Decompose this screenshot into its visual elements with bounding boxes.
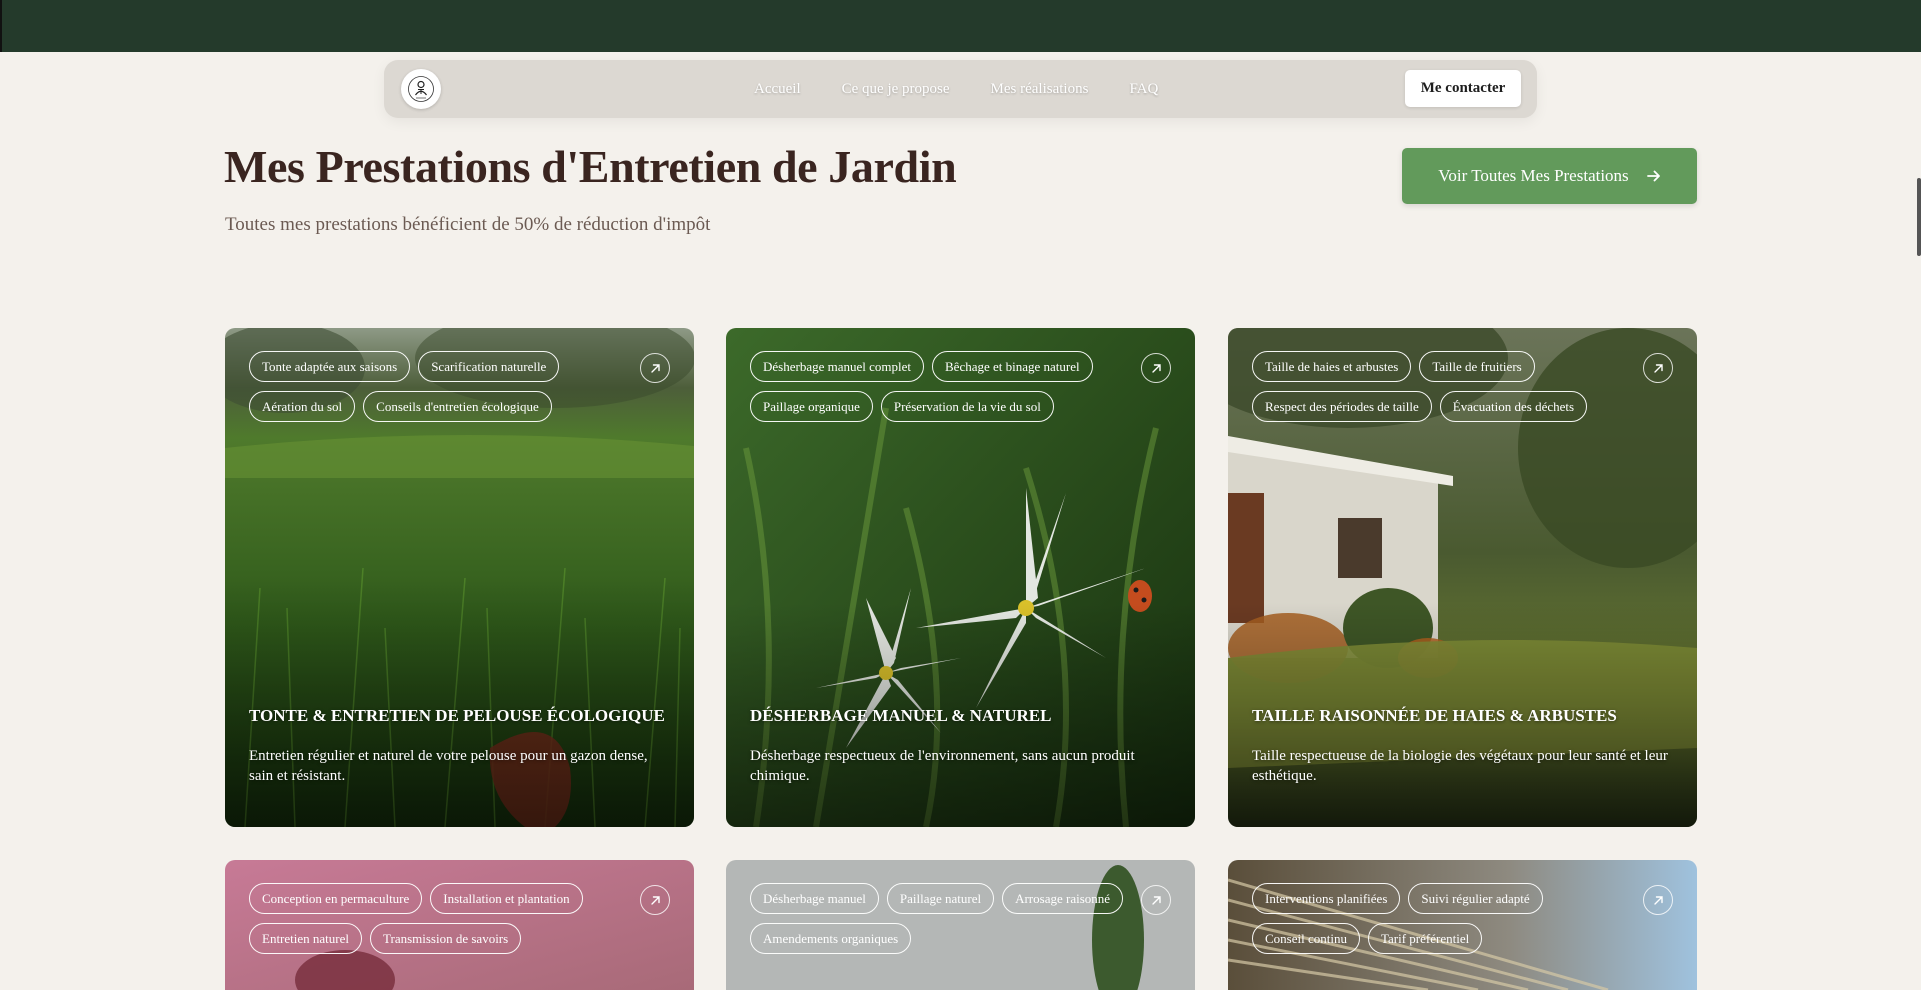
tag: Aération du sol [249,391,356,422]
card-link-button[interactable] [640,885,670,915]
top-bar [0,0,1921,52]
tag: Conception en permaculture [249,883,423,914]
card-link-button[interactable] [1141,353,1171,383]
card-link-button[interactable] [1643,885,1673,915]
arrow-up-right-icon [650,895,660,905]
tag: Suivi régulier adapté [1408,883,1543,914]
tag-list: Désherbage manuel complet Bêchage et bin… [750,351,1130,422]
gardener-logo-icon [408,76,434,102]
service-card[interactable]: Conception en permaculture Installation … [225,860,694,990]
tag: Tonte adaptée aux saisons [249,351,411,382]
tag: Désherbage manuel [750,883,879,914]
card-link-button[interactable] [640,353,670,383]
tag: Paillage organique [750,391,873,422]
tag: Taille de fruitiers [1419,351,1535,382]
arrow-right-icon [1646,170,1660,182]
tag: Arrosage raisonné [1002,883,1124,914]
card-title: DÉSHERBAGE MANUEL & NATUREL [750,706,1052,725]
arrow-up-right-icon [1151,895,1161,905]
tag: Conseils d'entretien écologique [363,391,552,422]
card-title: TAILLE RAISONNÉE DE HAIES & ARBUSTES [1252,706,1617,725]
tag: Paillage naturel [886,883,995,914]
service-card[interactable]: Taille de haies et arbustes Taille de fr… [1228,328,1697,827]
card-description: Taille respectueuse de la biologie des v… [1252,748,1668,784]
tag-list: Conception en permaculture Installation … [249,883,629,954]
tag: Installation et plantation [430,883,583,914]
service-card[interactable]: Désherbage manuel Paillage naturel Arros… [726,860,1195,990]
page-subtitle: Toutes mes prestations bénéficient de 50… [225,214,711,235]
arrow-up-right-icon [650,363,660,373]
tag: Conseil continu [1252,923,1360,954]
nav-link-faq[interactable]: FAQ [1129,81,1158,98]
tag: Évacuation des déchets [1439,391,1588,422]
tag: Préservation de la vie du sol [880,391,1054,422]
tag: Tarif préférentiel [1367,923,1483,954]
navbar: Accueil Ce que je propose Mes réalisatio… [384,60,1537,118]
service-card[interactable]: Tonte adaptée aux saisons Scarification … [225,328,694,827]
tag: Désherbage manuel complet [750,351,924,382]
tag-list: Interventions planifiées Suivi régulier … [1252,883,1632,954]
nav-link-ce-que-je-propose[interactable]: Ce que je propose [842,81,950,98]
nav-link-accueil[interactable]: Accueil [754,81,801,98]
logo[interactable] [401,69,441,109]
arrow-up-right-icon [1653,363,1663,373]
contact-button[interactable]: Me contacter [1405,70,1521,107]
all-services-button[interactable]: Voir Toutes Mes Prestations [1402,148,1697,204]
card-description: Désherbage respectueux de l'environnemen… [750,748,1135,784]
tag-list: Tonte adaptée aux saisons Scarification … [249,351,629,422]
tag: Respect des périodes de taille [1252,391,1432,422]
card-link-button[interactable] [1141,885,1171,915]
tag: Interventions planifiées [1252,883,1401,914]
tag: Transmission de savoirs [370,923,522,954]
tag-list: Désherbage manuel Paillage naturel Arros… [750,883,1130,954]
service-card[interactable]: Interventions planifiées Suivi régulier … [1228,860,1697,990]
all-services-label: Voir Toutes Mes Prestations [1438,166,1629,185]
arrow-up-right-icon [1151,363,1161,373]
arrow-up-right-icon [1653,895,1663,905]
service-card[interactable]: Désherbage manuel complet Bêchage et bin… [726,328,1195,827]
tag: Amendements organiques [750,923,912,954]
nav-link-mes-realisations[interactable]: Mes réalisations [991,81,1089,98]
scrollbar-thumb[interactable] [1917,178,1921,256]
tag: Bêchage et binage naturel [932,351,1093,382]
tag-list: Taille de haies et arbustes Taille de fr… [1252,351,1632,422]
nav-links: Accueil Ce que je propose Mes réalisatio… [754,60,1158,118]
tag: Taille de haies et arbustes [1252,351,1412,382]
card-link-button[interactable] [1643,353,1673,383]
card-description: Entretien régulier et naturel de votre p… [249,748,648,784]
tag: Scarification naturelle [418,351,560,382]
page-title: Mes Prestations d'Entretien de Jardin [224,141,957,192]
card-title: TONTE & ENTRETIEN DE PELOUSE ÉCOLOGIQUE [249,706,665,725]
tag: Entretien naturel [249,923,362,954]
